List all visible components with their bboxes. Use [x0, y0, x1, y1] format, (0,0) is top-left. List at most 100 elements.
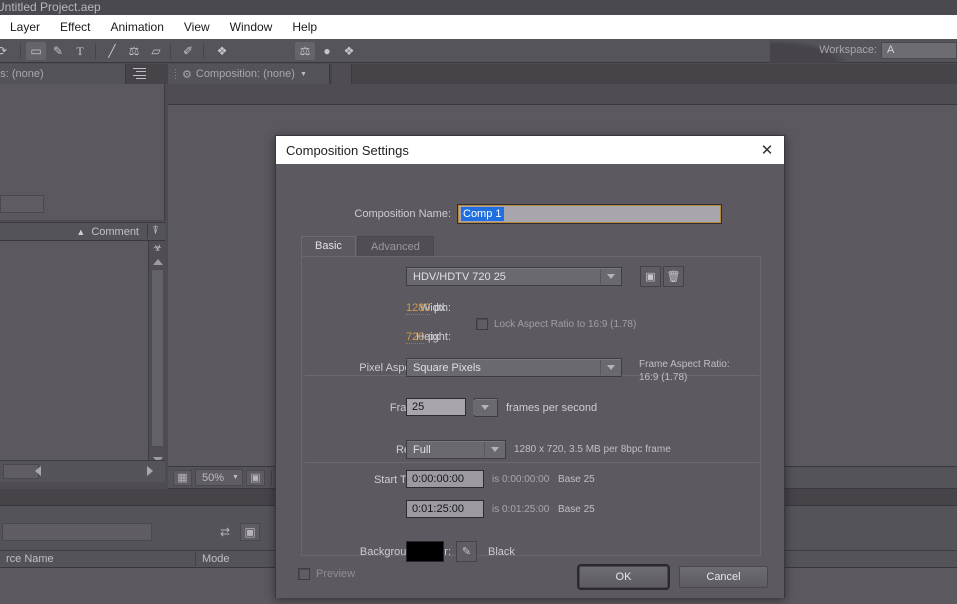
comment-column-label: Comment	[91, 225, 139, 238]
dialog-title: Composition Settings	[286, 142, 409, 158]
eraser-tool-icon[interactable]: ▱	[146, 42, 166, 60]
ok-button[interactable]: OK	[577, 564, 670, 590]
frame-aspect-title: Frame Aspect Ratio:	[639, 359, 730, 370]
left-panel-scrollbar[interactable]: ☣	[148, 241, 165, 469]
hierarchy-icon[interactable]: ☣	[151, 242, 164, 255]
save-preset-icon[interactable]: ▣	[640, 266, 661, 287]
chevron-down-icon[interactable]: ▼	[232, 474, 239, 481]
cancel-button[interactable]: Cancel	[679, 566, 768, 588]
effect-controls-field[interactable]	[0, 195, 44, 213]
comp-zoom-value: 50%	[202, 471, 225, 484]
duration-info-value: 0:01:25:00	[502, 504, 550, 515]
width-unit: px	[434, 302, 446, 314]
preview-row[interactable]: Preview	[298, 568, 355, 580]
chevron-down-icon[interactable]: ▼	[300, 71, 307, 78]
preview-label: Preview	[316, 568, 356, 580]
composition-lock-icon: ⚙	[182, 68, 192, 81]
trash-icon[interactable]: 🗑	[663, 266, 684, 287]
resolution-icon[interactable]: ▣	[245, 469, 265, 486]
menu-item-view[interactable]: View	[174, 15, 220, 39]
effect-controls-panel-menu-icon[interactable]	[133, 68, 146, 79]
chevron-down-icon[interactable]	[473, 400, 497, 415]
frame-rate-input[interactable]: 25	[406, 398, 466, 416]
tab-composition-close[interactable]	[332, 64, 352, 84]
duration-base: Base 25	[558, 504, 595, 515]
composition-name-value: Comp 1	[461, 207, 504, 221]
menu-item-effect[interactable]: Effect	[50, 15, 100, 39]
sort-chevron-icon[interactable]: ▲	[76, 227, 85, 237]
scrollbar-thumb[interactable]	[151, 269, 164, 447]
preview-checkbox[interactable]	[298, 568, 310, 580]
menu-item-animation[interactable]: Animation	[101, 15, 174, 39]
column-source-name[interactable]: rce Name	[0, 552, 195, 566]
brush-tool-icon[interactable]: ╱	[102, 42, 122, 60]
resolution-dropdown[interactable]: Full	[406, 440, 506, 459]
lock-aspect-row[interactable]: Lock Aspect Ratio to 16:9 (1.78)	[476, 318, 636, 330]
width-value[interactable]: 1280	[406, 302, 431, 315]
tab-advanced[interactable]: Advanced	[356, 236, 434, 256]
frame-rate-unit: frames per second	[506, 402, 598, 414]
roto-brush-tool-icon[interactable]: ✐	[178, 42, 198, 60]
label-tag-icon[interactable]: ⍒	[147, 224, 163, 239]
fit-comp-icon[interactable]: ▦	[173, 469, 192, 486]
pen-tool-icon[interactable]: ✎	[48, 42, 68, 60]
chevron-down-icon[interactable]	[600, 360, 620, 375]
tab-composition[interactable]: ⚙ Composition: (none) ▼	[168, 64, 330, 84]
tab-basic[interactable]: Basic	[301, 236, 356, 256]
clone-stamp-tool-icon[interactable]: ⚖	[124, 42, 144, 60]
menu-item-window[interactable]: Window	[220, 15, 283, 39]
menu-item-layer[interactable]: Layer	[0, 15, 50, 39]
effect-controls-panel	[0, 84, 165, 220]
left-footer-bar[interactable]	[35, 465, 165, 478]
project-list-body	[0, 241, 148, 469]
prev-arrow-icon[interactable]	[35, 466, 41, 476]
mask-tool-icon[interactable]: ❖	[339, 42, 359, 60]
frame-aspect-value: 16:9 (1.78)	[639, 372, 688, 383]
height-value[interactable]: 720	[406, 331, 425, 344]
ok-button-label: OK	[615, 571, 632, 583]
puppet-pin-tool-icon[interactable]: ❖	[212, 42, 232, 60]
start-timecode-input[interactable]: 0:00:00:00	[406, 470, 484, 488]
close-icon[interactable]: ✕	[758, 141, 776, 159]
pixel-aspect-dropdown[interactable]: Square Pixels	[406, 358, 622, 377]
tab-basic-label: Basic	[315, 240, 342, 252]
project-title: Untitled Project.aep	[0, 0, 101, 14]
left-footer-box[interactable]	[3, 464, 39, 479]
lock-aspect-checkbox[interactable]	[476, 318, 488, 330]
tab-effect-controls[interactable]: rols: (none)	[0, 64, 126, 84]
pixel-aspect-value: Square Pixels	[413, 361, 481, 374]
type-tool-icon[interactable]: T	[70, 42, 90, 60]
shy-layers-icon[interactable]: ⇄	[215, 523, 235, 541]
panel-grip-icon	[174, 68, 178, 80]
enable-frame-blending-icon[interactable]: ▣	[240, 523, 260, 541]
start-timecode-base: Base 25	[558, 474, 595, 485]
panel-tab-row: rols: (none) ⚙ Composition: (none) ▼	[0, 64, 957, 84]
timeline-search-input[interactable]	[2, 523, 152, 541]
dot-tool-icon[interactable]: ●	[317, 42, 337, 60]
comp-zoom-dropdown[interactable]: 50% ▼	[195, 469, 243, 486]
comment-column-header[interactable]: ▲ Comment ⍒	[0, 222, 165, 241]
menu-item-help[interactable]: Help	[282, 15, 327, 39]
composition-name-input[interactable]: Comp 1	[457, 204, 722, 224]
workspace-dropdown[interactable]: A	[881, 42, 957, 59]
next-arrow-icon[interactable]	[147, 466, 153, 476]
tab-composition-label: Composition: (none)	[195, 68, 295, 80]
title-bar: Untitled Project.aep	[0, 0, 957, 15]
height-unit: px	[428, 331, 440, 343]
duration-input[interactable]: 0:01:25:00	[406, 500, 484, 518]
left-panel-footer	[0, 460, 165, 482]
shape-tool-icon[interactable]: ▭	[26, 42, 46, 60]
scroll-up-arrow-icon[interactable]	[153, 259, 163, 265]
align-tool-icon[interactable]: ⚖	[295, 42, 315, 60]
chevron-down-icon[interactable]	[600, 269, 620, 284]
timeline-switches: ⇄ ▣	[215, 523, 260, 541]
frame-rate-dropdown[interactable]	[473, 398, 498, 417]
chevron-down-icon[interactable]	[484, 442, 504, 457]
resolution-value: Full	[413, 443, 431, 456]
composition-settings-dialog: Composition Settings ✕ Composition Name:…	[275, 135, 785, 598]
tab-effect-controls-label: rols: (none)	[0, 68, 44, 80]
rotate-tool-icon[interactable]: ⟳	[0, 42, 12, 60]
resolution-info: 1280 x 720, 3.5 MB per 8bpc frame	[514, 444, 671, 455]
preset-dropdown[interactable]: HDV/HDTV 720 25	[406, 267, 622, 286]
app-screen: Untitled Project.aep Layer Effect Animat…	[0, 0, 957, 604]
